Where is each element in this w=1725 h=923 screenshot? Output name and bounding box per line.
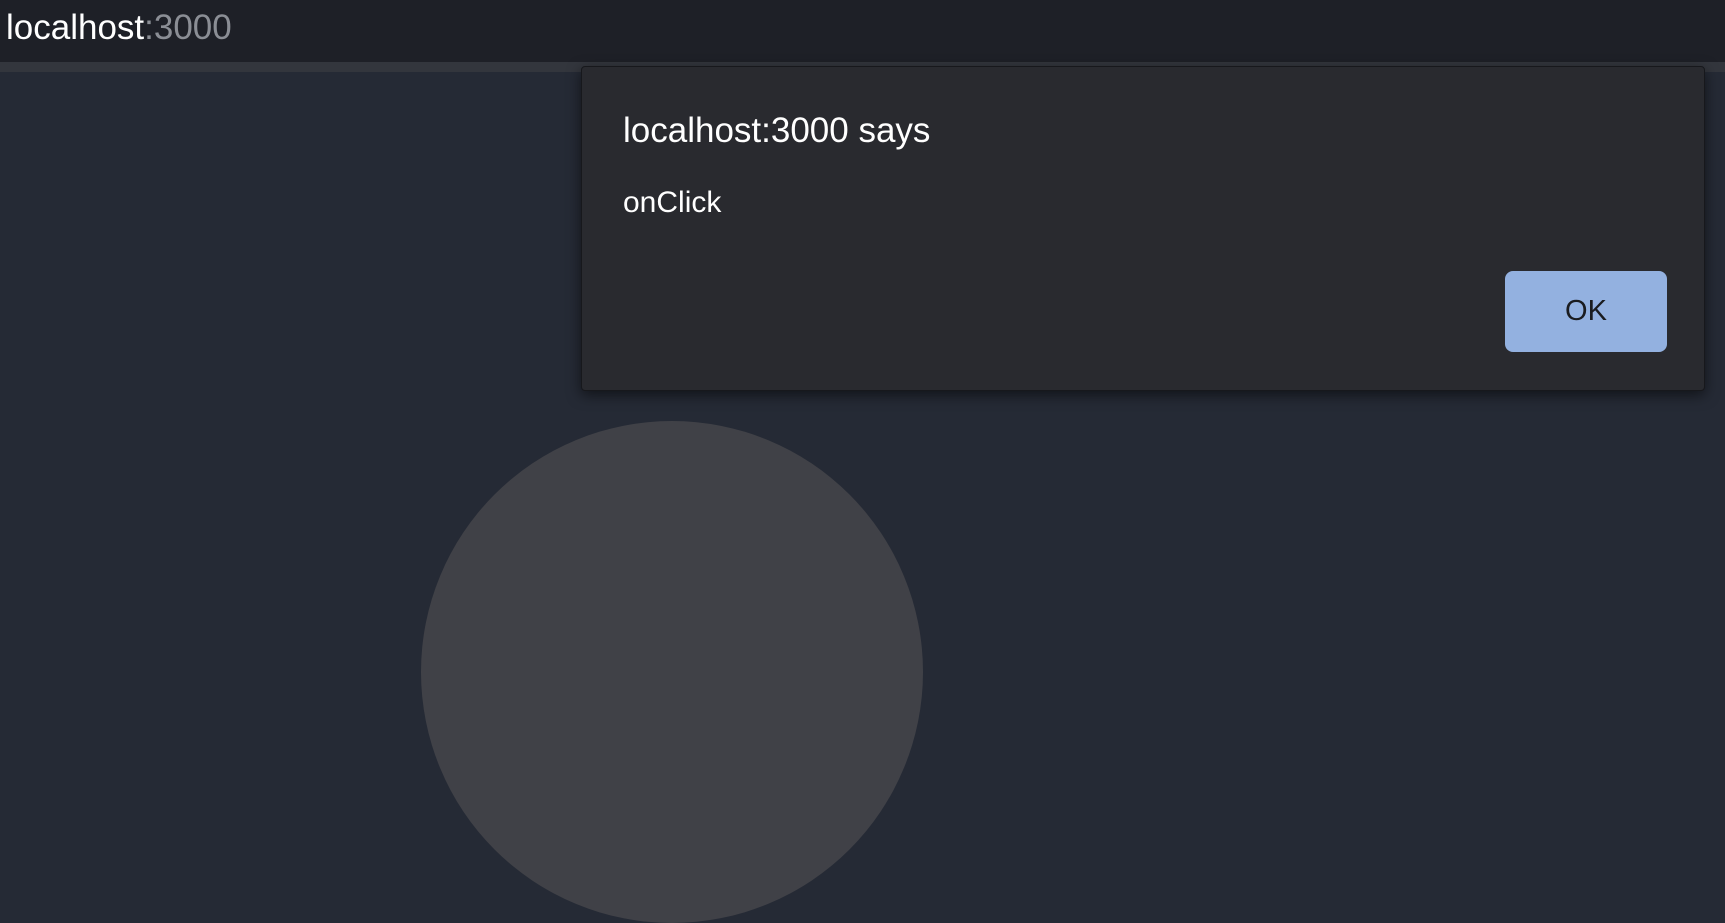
dialog-message: onClick bbox=[623, 186, 722, 219]
url-host: localhost bbox=[6, 8, 145, 47]
alert-dialog: localhost:3000 says onClick OK bbox=[581, 66, 1705, 391]
dialog-title: localhost:3000 says bbox=[623, 111, 931, 150]
ok-button[interactable]: OK bbox=[1505, 271, 1667, 352]
url-text[interactable]: localhost:3000 bbox=[6, 7, 232, 49]
url-port: :3000 bbox=[144, 8, 232, 47]
circle-element[interactable] bbox=[421, 421, 923, 923]
address-bar[interactable]: localhost:3000 bbox=[0, 0, 1725, 72]
